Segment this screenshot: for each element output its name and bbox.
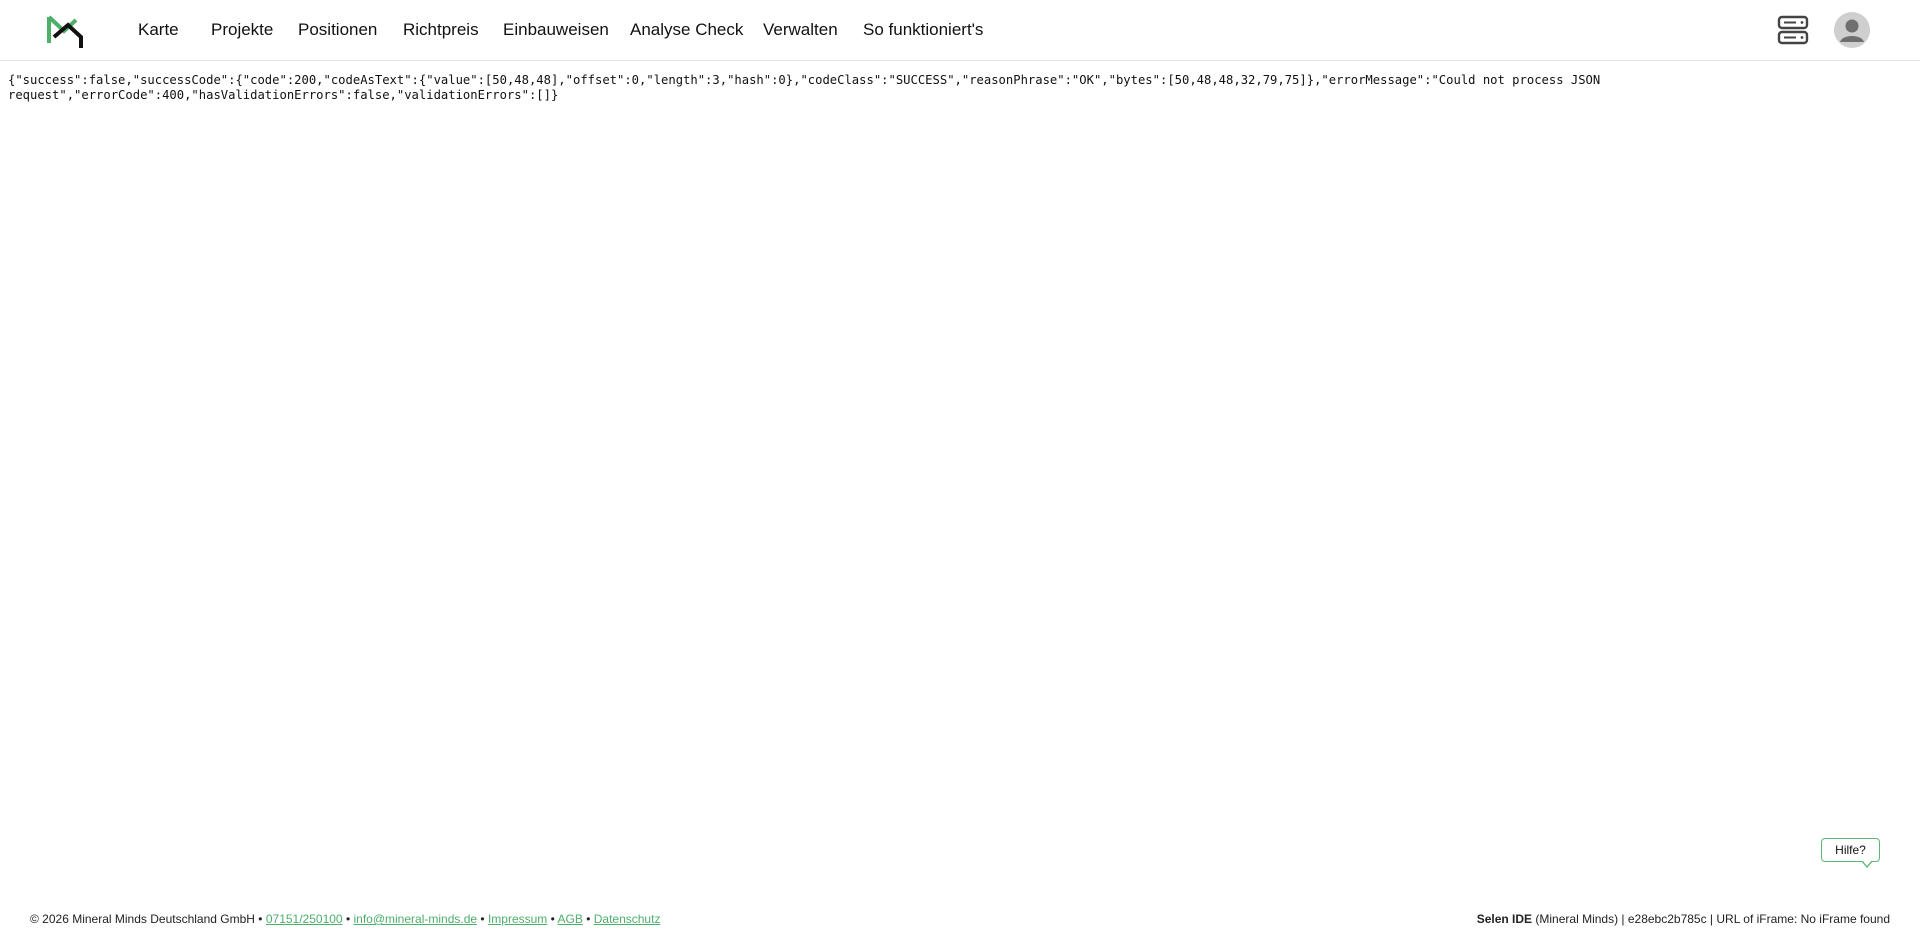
help-bubble-tail-inner	[1862, 860, 1872, 866]
json-response-text: {"success":false,"successCode":{"code":2…	[8, 73, 1608, 103]
footer-impressum-link[interactable]: Impressum	[488, 912, 547, 926]
avatar-icon[interactable]	[1834, 12, 1870, 48]
nav-item-karte[interactable]: Karte	[138, 19, 179, 41]
footer-datenschutz-link[interactable]: Datenschutz	[594, 912, 661, 926]
footer-copyright: © 2026 Mineral Minds Deutschland GmbH	[30, 912, 255, 926]
nav-item-richtpreis[interactable]: Richtpreis	[403, 19, 479, 41]
json-line: request","errorCode":400,"hasValidationE…	[8, 88, 559, 102]
footer-build-info: Selen IDE (Mineral Minds) | e28ebc2b785c…	[1477, 911, 1890, 927]
footer-separator: •	[480, 912, 485, 926]
nav-item-einbauweisen[interactable]: Einbauweisen	[503, 19, 609, 41]
server-icon[interactable]	[1777, 15, 1809, 45]
footer-email-link[interactable]: info@mineral-minds.de	[353, 912, 477, 926]
nav-item-so-funktionierts[interactable]: So funktioniert's	[863, 19, 983, 41]
help-button[interactable]: Hilfe?	[1821, 838, 1880, 862]
footer-separator: •	[345, 912, 351, 926]
mineral-minds-logo-icon[interactable]	[46, 13, 84, 49]
nav-item-projekte[interactable]: Projekte	[211, 19, 273, 41]
footer-ide-name: Selen IDE	[1476, 912, 1533, 926]
footer-phone-link[interactable]: 07151/250100	[266, 912, 343, 926]
nav-item-analyse-check[interactable]: Analyse Check	[630, 19, 743, 41]
nav-item-verwalten[interactable]: Verwalten	[763, 19, 838, 41]
footer-separator: •	[586, 912, 591, 926]
footer-build-details: (Mineral Minds) | e28ebc2b785c | URL of …	[1535, 912, 1890, 926]
footer-legal: © 2026 Mineral Minds Deutschland GmbH • …	[30, 911, 660, 927]
nav-item-positionen[interactable]: Positionen	[298, 19, 377, 41]
footer-separator: •	[258, 912, 263, 926]
top-navigation-bar: Karte Projekte Positionen Richtpreis Ein…	[0, 0, 1920, 61]
footer-separator: •	[550, 912, 555, 926]
json-line: {"success":false,"successCode":{"code":2…	[8, 73, 1601, 87]
footer-agb-link[interactable]: AGB	[558, 912, 583, 926]
